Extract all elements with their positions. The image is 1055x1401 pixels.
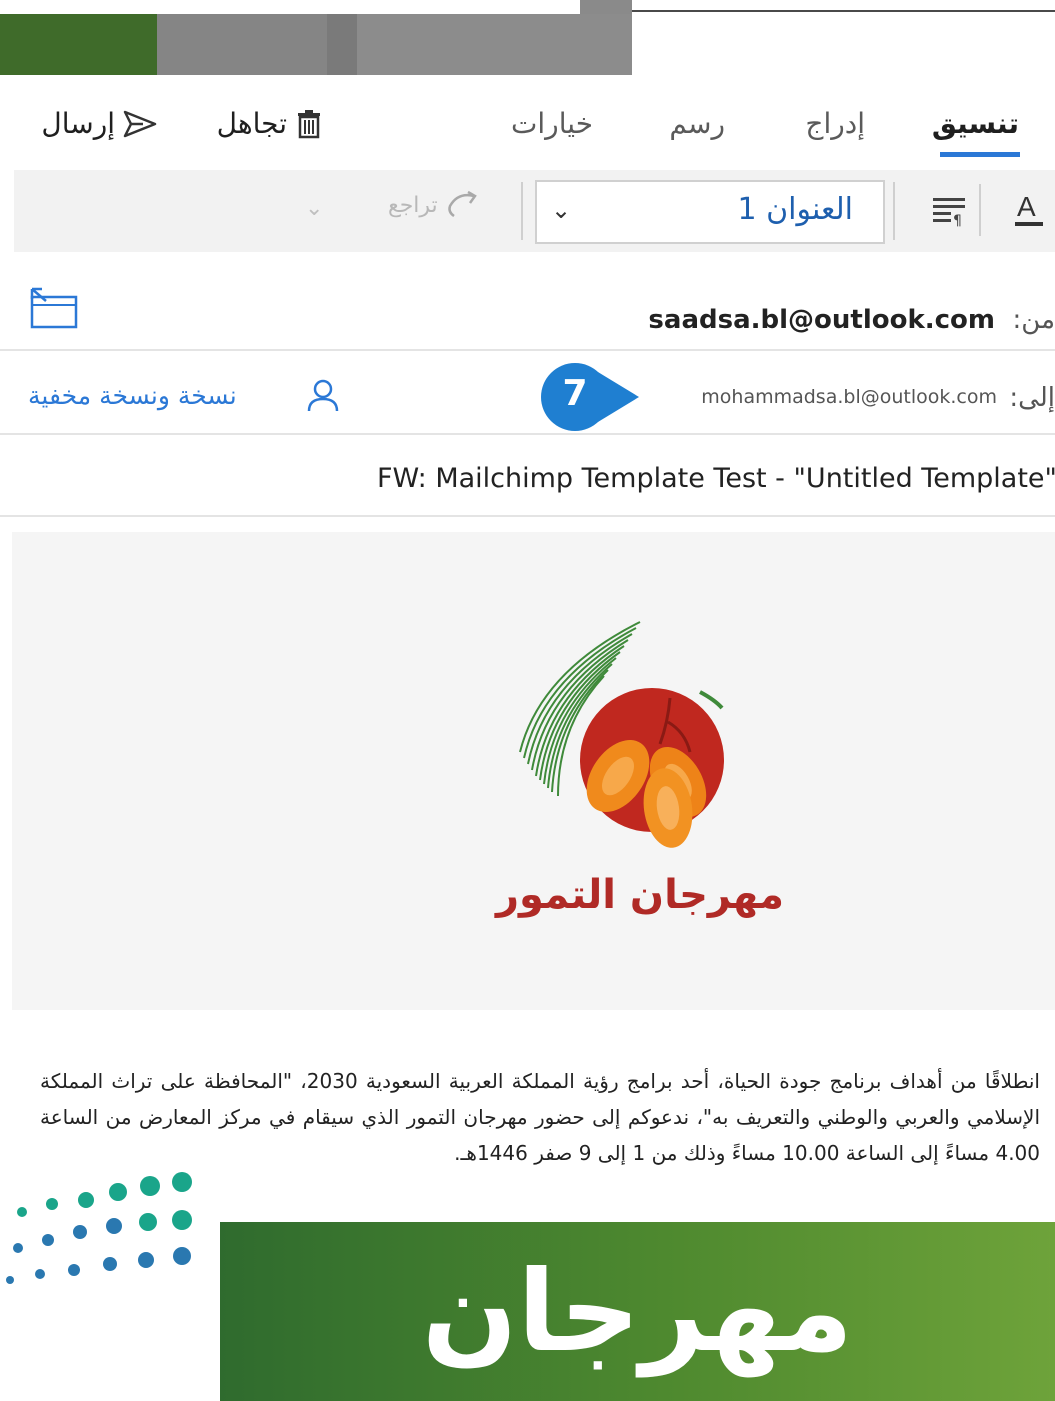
invitation-paragraph: انطلاقًا من أهداف برنامج جودة الحياة، أح… (40, 1069, 1040, 1165)
cc-bcc-link[interactable]: نسخة ونسخة مخفية (28, 381, 237, 410)
from-address[interactable]: saadsa.bl@outlook.com (648, 305, 995, 335)
from-row: من: saadsa.bl@outlook.com (0, 275, 1055, 351)
pop-out-icon[interactable] (28, 287, 80, 331)
discard-button[interactable]: تجاهل (217, 107, 323, 140)
step-badge: 7 (533, 361, 643, 433)
toolbar-separator (521, 182, 523, 240)
background-window-strip (0, 0, 632, 75)
redo-label: تراجع (388, 192, 438, 218)
step-number: 7 (562, 373, 588, 414)
strip-white-edge (0, 0, 580, 14)
to-address[interactable]: mohammadsa.bl@outlook.com (701, 386, 997, 408)
to-label: إلى: (1009, 383, 1055, 413)
chevron-down-icon: ⌄ (551, 196, 572, 224)
top-divider (632, 10, 1055, 12)
discard-label: تجاهل (216, 107, 287, 140)
strip-segment (157, 14, 327, 75)
tab-insert[interactable]: إدراج (805, 107, 865, 140)
logo-title: مهرجان التمور (496, 872, 784, 918)
person-icon[interactable] (306, 379, 340, 413)
toolbar-separator (979, 184, 981, 236)
send-button[interactable]: إرسال (41, 107, 157, 140)
toolbar-separator (893, 182, 895, 240)
to-row: إلى: mohammadsa.bl@outlook.com نسخة ونسخ… (0, 353, 1055, 435)
banner-title: مهرجان (421, 1247, 854, 1377)
svg-text:¶: ¶ (953, 213, 962, 228)
font-color-icon[interactable]: A (1009, 188, 1049, 232)
active-tab-indicator (940, 152, 1020, 157)
chevron-down-icon[interactable]: ⌄ (305, 196, 323, 221)
ministry-dots-logo (6, 1172, 192, 1284)
redo-button[interactable]: تراجع (388, 190, 480, 220)
strip-segment (357, 14, 632, 75)
tab-draw[interactable]: رسم (669, 107, 725, 140)
festival-banner: مهرجان (220, 1222, 1055, 1401)
subject-row: FW: Mailchimp Template Test - "Untitled … (0, 437, 1055, 517)
send-label: إرسال (41, 107, 115, 140)
from-label: من: (1012, 305, 1055, 335)
strip-green-block (0, 14, 157, 75)
svg-text:A: A (1017, 191, 1036, 222)
paragraph-format-icon[interactable]: ¶ (931, 194, 967, 228)
tab-options[interactable]: خيارات (511, 107, 593, 140)
send-icon (123, 110, 157, 137)
ribbon-tabs: تنسيق إدراج رسم خيارات تجاهل إرسال (0, 95, 1055, 165)
redo-icon (447, 190, 477, 218)
heading-style-value: العنوان 1 (737, 192, 854, 227)
heading-style-select[interactable]: العنوان 1 ⌄ (535, 180, 885, 244)
date-festival-logo (519, 621, 724, 848)
subject-field[interactable]: FW: Mailchimp Template Test - "Untitled … (377, 463, 1055, 494)
strip-segment (327, 14, 357, 75)
tab-format[interactable]: تنسيق (932, 107, 1019, 140)
trash-icon (298, 109, 320, 138)
